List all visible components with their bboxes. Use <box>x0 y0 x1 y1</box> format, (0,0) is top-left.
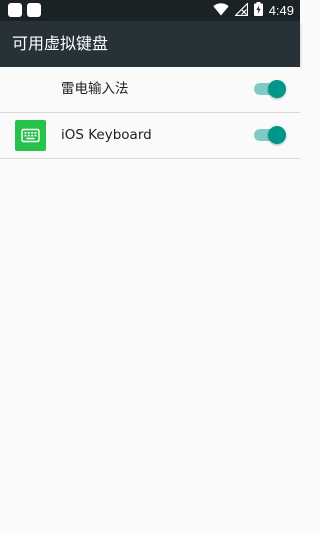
status-indicators: 4:49 <box>212 0 294 21</box>
no-signal-icon <box>233 1 248 20</box>
notification-icon <box>27 3 41 17</box>
keyboard-row-leidian[interactable]: 雷电输入法 <box>0 67 300 113</box>
toggle-thumb <box>268 80 286 98</box>
keyboard-label: iOS Keyboard <box>61 127 152 143</box>
status-bar: 4:49 <box>0 0 300 21</box>
keyboard-list: 雷电输入法 iOS Keyboard <box>0 67 300 159</box>
keyboard-toggle[interactable] <box>254 126 286 144</box>
battery-charging-icon <box>253 1 263 20</box>
status-time: 4:49 <box>268 3 294 18</box>
keyboard-icon <box>15 120 46 151</box>
keyboard-label: 雷电输入法 <box>61 81 129 97</box>
notification-icon <box>8 3 22 17</box>
toggle-thumb <box>268 126 286 144</box>
keyboard-row-ios[interactable]: iOS Keyboard <box>0 113 300 159</box>
page-title: 可用虚拟键盘 <box>12 34 109 53</box>
keyboard-toggle[interactable] <box>254 80 286 98</box>
app-bar: 可用虚拟键盘 <box>0 21 300 67</box>
notification-icons <box>8 3 41 17</box>
wifi-icon <box>212 1 229 20</box>
